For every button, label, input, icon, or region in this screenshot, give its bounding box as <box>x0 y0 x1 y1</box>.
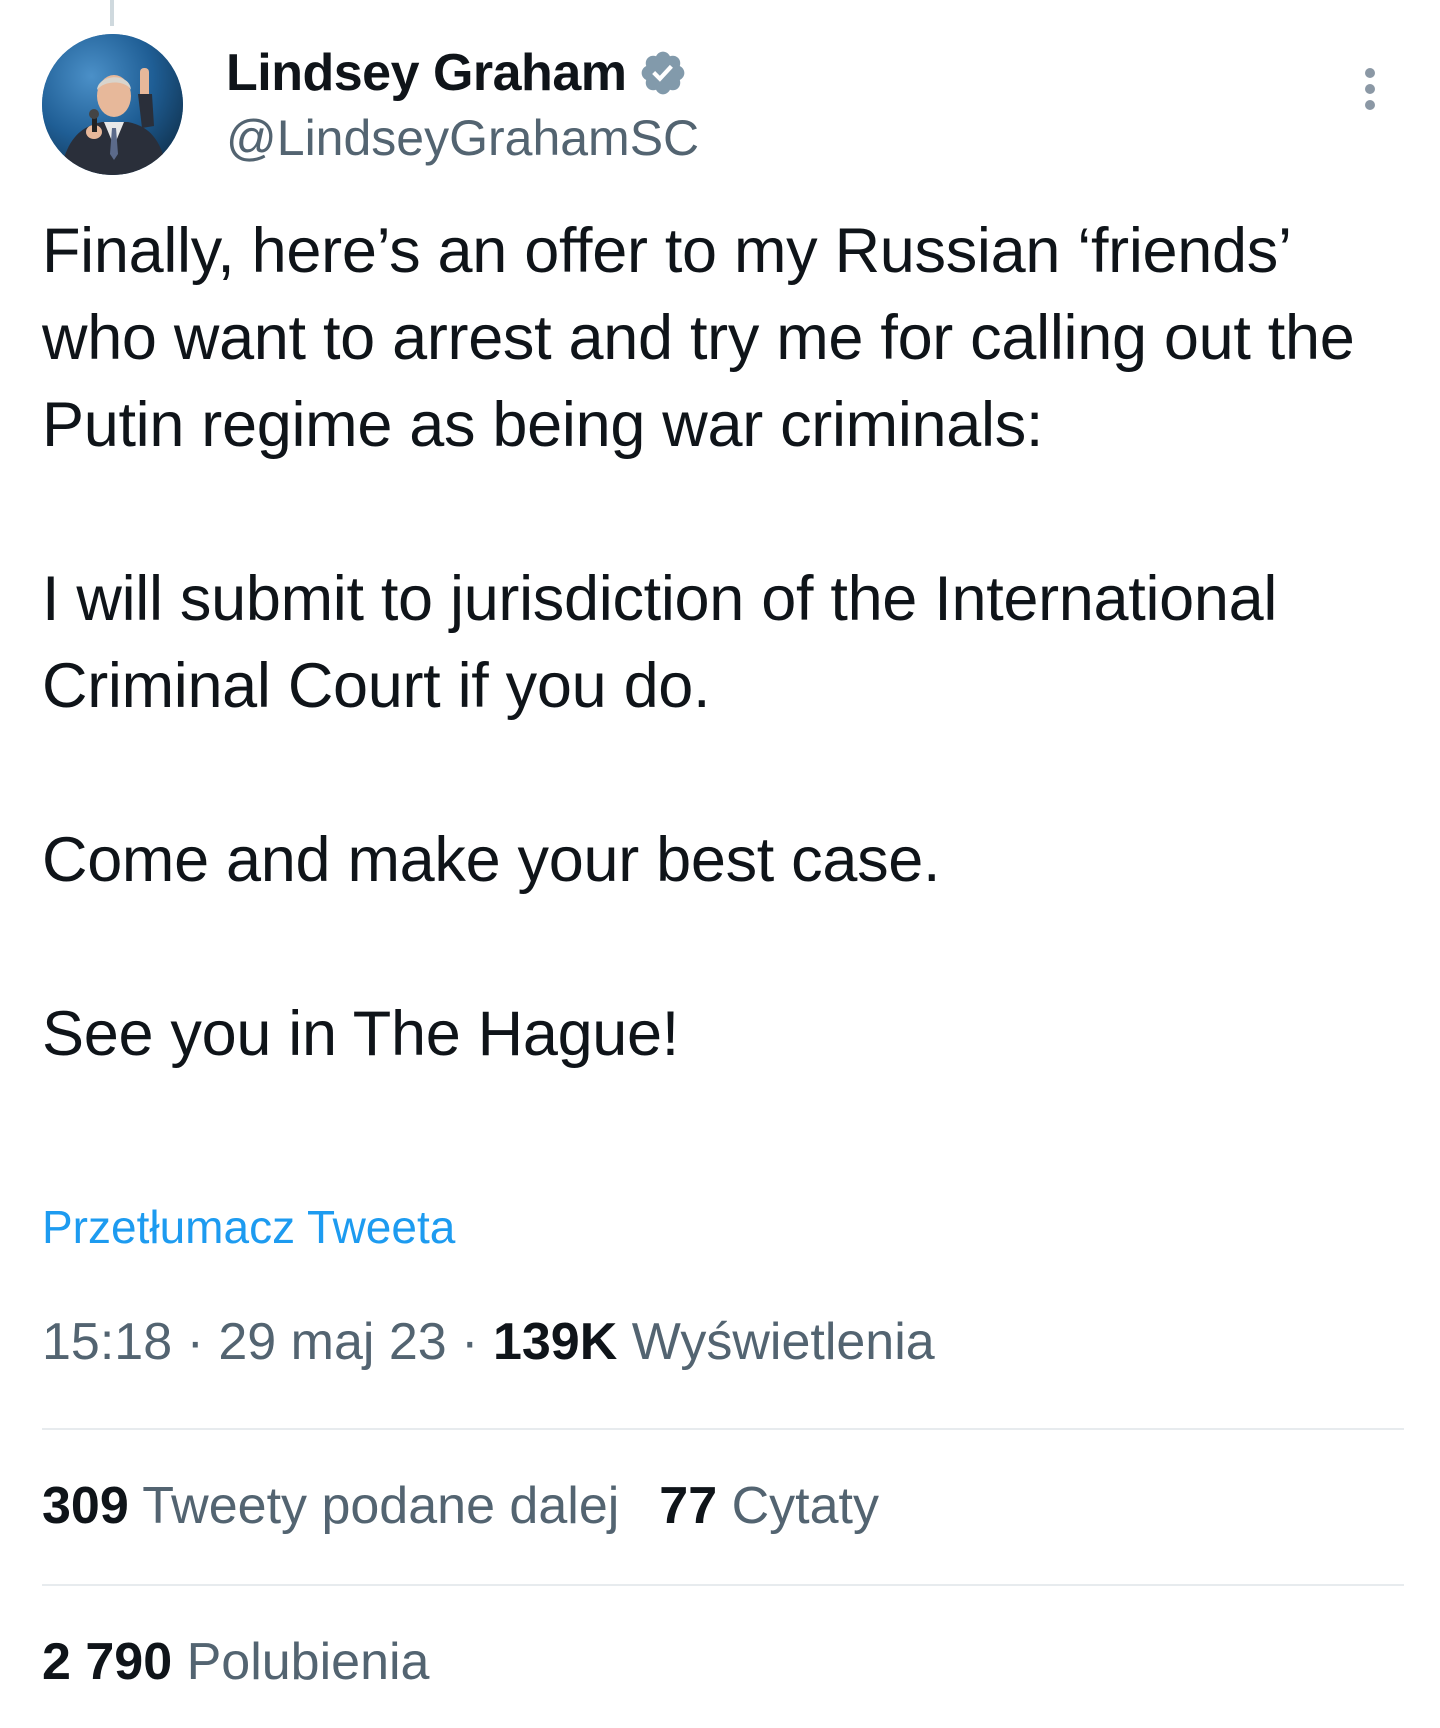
likes-label: Polubienia <box>186 1633 430 1691</box>
tweet-paragraph: See you in The Hague! <box>42 999 679 1069</box>
tweet-paragraph: Come and make your best case. <box>42 825 941 895</box>
views-count: 139K <box>492 1313 618 1371</box>
user-handle[interactable]: @LindseyGrahamSC <box>226 108 699 168</box>
divider <box>42 1428 1404 1430</box>
likes-count: 2 790 <box>42 1633 173 1691</box>
avatar[interactable] <box>42 34 183 175</box>
likes-stat[interactable]: 2 790 Polubienia <box>42 1633 429 1691</box>
tweet-text: Finally, here’s an offer to my Russian ‘… <box>42 208 1402 1078</box>
likes-stats-row: 2 790 Polubienia <box>42 1632 429 1692</box>
thread-connector-line <box>110 0 114 26</box>
display-name[interactable]: Lindsey Graham <box>226 43 627 103</box>
tweet-date[interactable]: 29 maj 23 <box>218 1313 446 1371</box>
retweets-count: 309 <box>42 1477 129 1535</box>
verified-badge-icon[interactable] <box>638 48 688 98</box>
more-options-icon[interactable] <box>1350 64 1390 124</box>
quotes-stat[interactable]: 77 Cytaty <box>659 1477 879 1535</box>
tweet-paragraph: I will submit to jurisdiction of the Int… <box>42 564 1278 721</box>
tweet-meta: 15:18 · 29 maj 23 · 139K Wyświetlenia <box>42 1312 935 1372</box>
quotes-label: Cytaty <box>731 1477 879 1535</box>
tweet-time[interactable]: 15:18 <box>42 1313 172 1371</box>
avatar-image <box>42 34 183 175</box>
tweet-paragraph: Finally, here’s an offer to my Russian ‘… <box>42 216 1355 460</box>
tweet-header: Lindsey Graham @LindseyGrahamSC <box>42 34 1398 179</box>
divider <box>42 1584 1404 1586</box>
retweets-stat[interactable]: 309 Tweety podane dalej <box>42 1477 619 1535</box>
views-label: Wyświetlenia <box>631 1313 935 1371</box>
author-names: Lindsey Graham @LindseyGrahamSC <box>226 38 699 168</box>
meta-separator: · <box>446 1313 493 1371</box>
quotes-count: 77 <box>659 1477 718 1535</box>
translate-tweet-link[interactable]: Przetłumacz Tweeta <box>42 1200 455 1254</box>
retweets-label: Tweety podane dalej <box>142 1477 620 1535</box>
engagement-stats-row: 309 Tweety podane dalej 77 Cytaty <box>42 1476 879 1536</box>
meta-separator: · <box>172 1313 219 1371</box>
